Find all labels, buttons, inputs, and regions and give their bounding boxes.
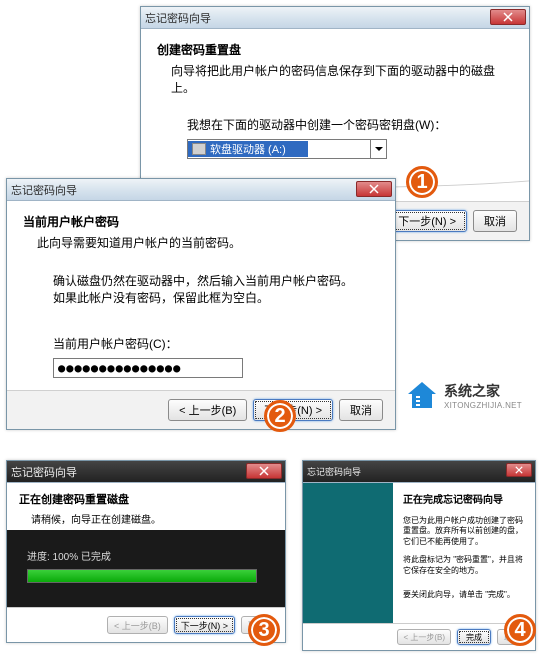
dialog-title: 忘记密码向导 [307,465,361,478]
progress-bar [27,569,257,583]
section-heading: 正在完成忘记密码向导 [403,491,525,506]
password-input[interactable] [53,358,243,378]
logo-text-en: XITONGZHIJIA.NET [444,401,522,410]
next-button[interactable]: 下一步(N) > [174,616,235,634]
section-description: 请稍候，向导正在创建磁盘。 [31,511,273,526]
step-badge-1: 1 [406,166,438,198]
step-badge-3: 3 [248,614,280,646]
logo: 系统之家 XITONGZHIJIA.NET [406,380,522,410]
body-text-3: 要关闭此向导，请单击 "完成"。 [403,590,525,600]
back-button: < 上一步(B) [107,616,168,634]
next-button[interactable]: 下一步(N) > [387,210,467,232]
dialog-content: 当前用户帐户密码 此向导需要知道用户帐户的当前密码。 确认磁盘仍然在驱动器中，然… [7,201,395,390]
close-icon [503,12,513,22]
progress-fill [28,570,256,582]
button-row: < 上一步(B) 下一步(N) > 取消 [7,607,285,642]
step-badge-4: 4 [504,614,536,646]
progress-label: 进度: 100% 已完成 [27,548,265,563]
finish-button[interactable]: 完成 [457,629,491,645]
section-heading: 创建密码重置盘 [157,41,513,58]
drive-selected: 软盘驱动器 (A:) [188,141,308,157]
chevron-down-icon[interactable] [370,140,386,158]
close-button[interactable] [356,181,392,197]
close-button[interactable] [506,463,532,477]
dialog-title: 忘记密码向导 [11,182,77,198]
dialog-4: 忘记密码向导 正在完成忘记密码向导 您已为此用户帐户成功创建了密码重置盘。放弃所… [302,460,536,651]
close-icon [515,466,523,474]
close-button[interactable] [246,463,282,479]
section-heading: 当前用户帐户密码 [23,213,379,230]
cancel-button[interactable]: 取消 [473,210,517,232]
back-button[interactable]: < 上一步(B) [168,399,247,421]
titlebar: 忘记密码向导 [7,461,285,483]
wizard-side-image [303,483,393,623]
floppy-icon [192,143,206,155]
titlebar: 忘记密码向导 [7,179,395,201]
instruction-text: 确认磁盘仍然在驱动器中，然后输入当前用户帐户密码。如果此帐户没有密码，保留此框为… [53,273,359,307]
close-icon [369,184,379,194]
dialog-3: 忘记密码向导 正在创建密码重置磁盘 请稍候，向导正在创建磁盘。 进度: 100%… [6,460,286,643]
password-field-label: 当前用户帐户密码(C)： [53,335,379,352]
section-description: 向导将把此用户帐户的密码信息保存到下面的驱动器中的磁盘上。 [171,62,513,96]
step-badge-2: 2 [264,400,296,432]
button-row: < 上一步(B) 完成 取消 [303,623,535,650]
logo-text-cn: 系统之家 [444,381,522,401]
dialog-title: 忘记密码向导 [145,10,211,26]
dialog-2: 忘记密码向导 当前用户帐户密码 此向导需要知道用户帐户的当前密码。 确认磁盘仍然… [6,178,396,430]
section-description: 此向导需要知道用户帐户的当前密码。 [37,234,379,251]
drive-dropdown[interactable]: 软盘驱动器 (A:) [187,139,387,159]
body-text-1: 您已为此用户帐户成功创建了密码重置盘。放弃所有以前创建的盘，它们已不能再使用了。 [403,516,525,547]
dialog-content: 创建密码重置盘 向导将把此用户帐户的密码信息保存到下面的驱动器中的磁盘上。 我想… [141,29,529,171]
house-icon [406,380,438,410]
dialog-content: 正在创建密码重置磁盘 请稍候，向导正在创建磁盘。 [7,483,285,530]
close-icon [259,466,269,476]
wizard-text: 正在完成忘记密码向导 您已为此用户帐户成功创建了密码重置盘。放弃所有以前创建的盘… [393,483,535,623]
titlebar: 忘记密码向导 [141,7,529,29]
close-button[interactable] [490,9,526,25]
drive-label: 我想在下面的驱动器中创建一个密码密钥盘(W)： [187,116,513,133]
section-heading: 正在创建密码重置磁盘 [19,491,273,507]
cancel-button[interactable]: 取消 [339,399,383,421]
dialog-title: 忘记密码向导 [11,464,77,480]
button-row: < 上一步(B) 下一步(N) > 取消 [7,390,395,429]
drive-selected-text: 软盘驱动器 (A:) [210,141,286,157]
body-text-2: 将此盘标记为 "密码重置"，并且将它保存在安全的地方。 [403,555,525,576]
dialog-body: 正在完成忘记密码向导 您已为此用户帐户成功创建了密码重置盘。放弃所有以前创建的盘… [303,483,535,623]
back-button: < 上一步(B) [397,629,451,645]
titlebar: 忘记密码向导 [303,461,535,483]
